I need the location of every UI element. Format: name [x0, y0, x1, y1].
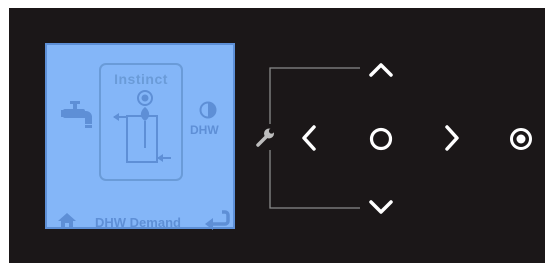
lcd-screen: Instinct DHW DHW Demand [45, 43, 235, 230]
target-icon[interactable] [508, 126, 534, 152]
wrench-icon[interactable] [255, 126, 277, 148]
mode-label: DHW [190, 123, 219, 137]
faucet-icon [61, 101, 92, 128]
return-arrow-icon [205, 210, 230, 230]
chevron-up-icon[interactable] [368, 60, 394, 78]
chevron-right-icon[interactable] [443, 124, 461, 152]
chevron-left-icon[interactable] [300, 124, 318, 152]
home-icon [58, 213, 76, 228]
chevron-down-icon[interactable] [368, 199, 394, 217]
circle-select-icon[interactable] [368, 126, 394, 152]
half-circle-icon [199, 101, 217, 119]
boiler-diagram [113, 90, 171, 163]
status-label: DHW Demand [95, 215, 181, 230]
appliance-name: Instinct [114, 71, 168, 87]
